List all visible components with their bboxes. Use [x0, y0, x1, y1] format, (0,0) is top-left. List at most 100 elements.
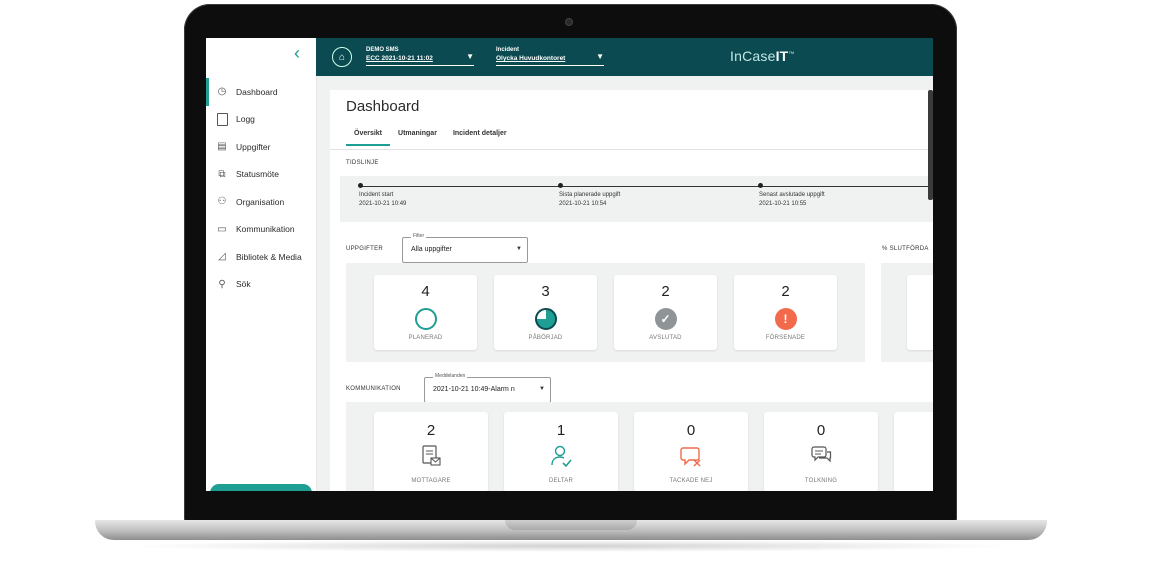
sidebar-item-statusmote[interactable]: ⧉ Statusmöte	[206, 161, 316, 189]
comm-label: TOLKNING	[804, 478, 838, 484]
task-card-in-progress[interactable]: 3 PÅBÖRJAD	[494, 275, 597, 350]
comm-label: MOTTAGARE	[411, 478, 451, 484]
meeting-icon: ⧉	[218, 168, 226, 180]
comm-card-interpretation[interactable]: 0 TOLKNING	[764, 412, 878, 491]
caret-down-icon: ▼	[466, 52, 474, 61]
home-icon[interactable]: ⌂	[332, 47, 352, 67]
messages-filter-dropdown[interactable]: Meddelanden 2021-10-21 10:49-Alarm n ▼	[424, 373, 551, 403]
comm-count: 0	[816, 422, 826, 439]
timeline-line	[360, 186, 933, 187]
task-card-planned[interactable]: 4 PLANERAD	[374, 275, 477, 350]
communication-cards-area: 2 MOTTAGARE 1 DELTAR 0 TACKADE NEJ 0 TOL…	[346, 402, 933, 491]
scrollbar[interactable]	[928, 90, 933, 200]
interpretation-chat-icon	[811, 446, 832, 463]
sidebar-bottom-button[interactable]	[210, 484, 312, 491]
tab-incident-detaljer[interactable]: Incident detaljer	[445, 130, 515, 146]
incident-selector-label: Incident	[496, 47, 520, 53]
task-label: AVSLUTAD	[649, 335, 682, 341]
planned-circle-icon	[414, 308, 437, 330]
organisation-icon: ⚇	[217, 196, 227, 208]
communication-icon: ▭	[217, 223, 227, 235]
timeline-event: Incident start 2021-10-21 10:49	[358, 183, 406, 209]
comm-label: DELTAR	[549, 478, 573, 484]
caret-down-icon: ▼	[516, 246, 522, 252]
percent-complete-area	[881, 263, 933, 362]
task-label: PÅBÖRJAD	[528, 335, 563, 341]
timeline-event-time: 2021-10-21 10:54	[559, 201, 607, 207]
comm-card-recipients[interactable]: 2 MOTTAGARE	[374, 412, 488, 491]
sidebar-item-organisation[interactable]: ⚇ Organisation	[206, 188, 316, 216]
percent-complete-card	[907, 275, 933, 350]
organisation-selector-value: ECC 2021-10-21 11:02	[366, 55, 433, 62]
sidebar-item-bibliotek-media[interactable]: ◿ Bibliotek & Media	[206, 243, 316, 271]
sidebar-item-label: Bibliotek & Media	[236, 251, 302, 262]
sidebar-item-label: Statusmöte	[236, 169, 279, 180]
sidebar-item-label: Dashboard	[236, 86, 278, 97]
tab-oversikt[interactable]: Översikt	[346, 130, 391, 146]
task-count: 2	[661, 283, 670, 300]
timeline-dot	[758, 183, 763, 188]
tasks-filter-legend: Filter	[411, 233, 427, 239]
comm-count: 2	[426, 422, 436, 439]
timeline-event-title: Sista planerade uppgift	[559, 192, 621, 198]
timeline-event-title: Senast avslutade uppgift	[759, 192, 825, 198]
organisation-selector-label: DEMO SMS	[366, 47, 399, 53]
sidebar-nav: ◷ Dashboard Logg ▤ Uppgifter ⧉ Statusmöt…	[206, 78, 316, 298]
sidebar-item-label: Kommunikation	[236, 224, 295, 235]
top-bar: ⌂ DEMO SMS ECC 2021-10-21 11:02 ▼ Incide…	[316, 38, 933, 76]
page-title: Dashboard	[346, 98, 420, 115]
laptop-notch	[505, 520, 637, 530]
app-screen: ‹ ◷ Dashboard Logg ▤ Uppgifter ⧉ Statusm…	[206, 38, 933, 491]
task-card-completed[interactable]: 2 ✓ AVSLUTAD	[614, 275, 717, 350]
brand-prefix: InCase	[730, 48, 776, 64]
tasks-filter-dropdown[interactable]: Filter Alla uppgifter ▼	[402, 233, 528, 263]
tab-bar: Översikt Utmaningar Incident detaljer	[346, 130, 515, 146]
clock-icon: ◷	[217, 86, 227, 98]
sidebar: ‹ ◷ Dashboard Logg ▤ Uppgifter ⧉ Statusm…	[206, 38, 317, 491]
task-count: 4	[421, 283, 430, 300]
comm-card-participating[interactable]: 1 DELTAR	[504, 412, 618, 491]
check-icon: ✓	[654, 308, 677, 330]
declined-chat-icon	[680, 447, 701, 467]
messages-filter-value: 2021-10-21 10:49-Alarm n	[433, 386, 515, 393]
timeline: Incident start 2021-10-21 10:49 Sista pl…	[340, 176, 933, 222]
alert-icon: !	[774, 308, 797, 330]
comm-count: 0	[686, 422, 696, 439]
camera-icon	[566, 19, 572, 25]
tabs-divider	[330, 149, 933, 150]
tasks-cards-area: 4 PLANERAD 3 PÅBÖRJAD 2 ✓ AVSLUTAD 2 ! F…	[346, 263, 865, 362]
chevron-left-icon[interactable]: ‹	[294, 44, 300, 62]
organisation-selector[interactable]: DEMO SMS ECC 2021-10-21 11:02 ▼	[366, 46, 478, 66]
sidebar-item-dashboard[interactable]: ◷ Dashboard	[206, 78, 316, 106]
sidebar-item-logg[interactable]: Logg	[206, 106, 316, 134]
caret-down-icon: ▼	[539, 386, 545, 392]
recipients-icon	[422, 445, 441, 466]
timeline-event-title: Incident start	[359, 192, 394, 198]
caret-down-icon: ▼	[596, 52, 604, 61]
comm-count: 1	[556, 422, 566, 439]
tasks-filter-value: Alla uppgifter	[411, 246, 452, 253]
task-card-delayed[interactable]: 2 ! FÖRSENADE	[734, 275, 837, 350]
timeline-dot	[558, 183, 563, 188]
in-progress-icon	[534, 308, 557, 330]
tab-utmaningar[interactable]: Utmaningar	[390, 130, 445, 146]
incident-selector[interactable]: Incident Olycka Huvudkontoret ▼	[496, 46, 608, 66]
timeline-event-time: 2021-10-21 10:55	[759, 201, 807, 207]
comm-card-partial	[894, 412, 933, 491]
sidebar-item-kommunikation[interactable]: ▭ Kommunikation	[206, 216, 316, 244]
sidebar-item-label: Organisation	[236, 196, 285, 207]
task-count: 3	[541, 283, 550, 300]
sidebar-item-uppgifter[interactable]: ▤ Uppgifter	[206, 133, 316, 161]
participating-user-icon	[551, 445, 572, 468]
brand-trademark: ™	[788, 51, 795, 58]
comm-label: TACKADE NEJ	[669, 478, 713, 484]
task-label: PLANERAD	[408, 335, 443, 341]
search-icon: ⚲	[218, 278, 226, 290]
selector-underline	[366, 65, 474, 66]
comm-card-declined[interactable]: 0 TACKADE NEJ	[634, 412, 748, 491]
sidebar-item-sok[interactable]: ⚲ Sök	[206, 271, 316, 299]
percent-complete-label: % SLUTFÖRDA	[882, 246, 929, 252]
task-label: FÖRSENADE	[765, 335, 806, 341]
brand-logo: InCaseIT™	[730, 48, 795, 64]
timeline-event: Senast avslutade uppgift 2021-10-21 10:5…	[758, 183, 825, 209]
